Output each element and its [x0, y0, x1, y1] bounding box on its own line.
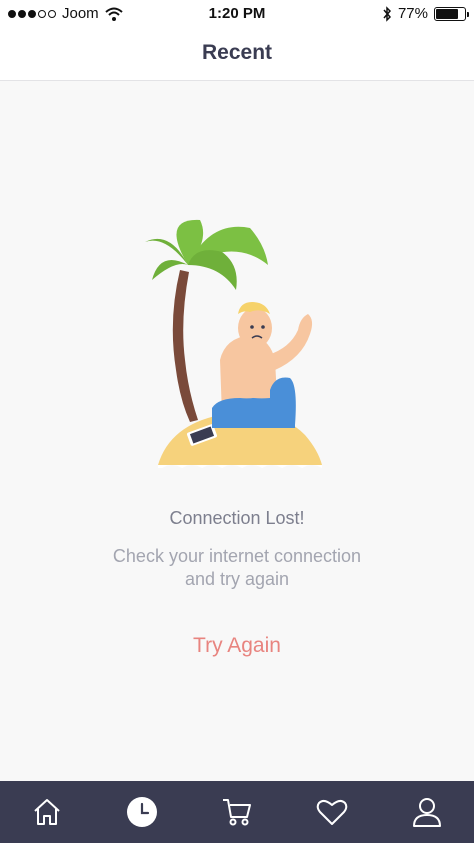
home-icon [34, 799, 61, 825]
tab-cart[interactable] [207, 781, 267, 843]
battery-icon [434, 6, 469, 21]
tab-favorites[interactable] [302, 781, 362, 843]
tab-recent[interactable] [112, 781, 172, 843]
status-right: 77% [382, 5, 469, 22]
profile-icon [412, 798, 441, 827]
bluetooth-icon [383, 5, 391, 22]
clock-icon [127, 797, 158, 827]
connection-lost-title: Connection Lost! [169, 508, 305, 528]
try-again-button[interactable]: Try Again [137, 630, 337, 662]
heart-icon [316, 799, 348, 825]
message-line-1: Check your internet connection [112, 546, 362, 566]
nav-header: Recent [0, 28, 474, 81]
cart-icon [222, 799, 251, 826]
connection-lost-message: Check your internet connection and try a… [0, 545, 474, 591]
tab-profile[interactable] [397, 781, 457, 843]
battery-percent: 77% [397, 5, 428, 22]
message-line-2: and try again [184, 569, 290, 589]
tab-bar [0, 781, 474, 843]
status-bar: Joom 1:20 PM 77% [0, 0, 474, 28]
page-title: Recent [201, 41, 273, 64]
castaway-illustration [145, 219, 322, 468]
tab-home[interactable] [17, 781, 77, 843]
